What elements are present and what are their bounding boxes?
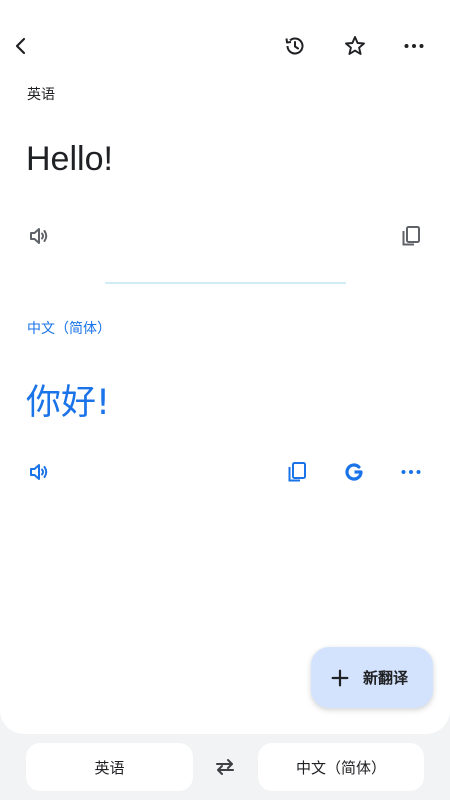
- back-button[interactable]: [1, 26, 41, 66]
- google-g-icon: [345, 463, 363, 481]
- language-bar: 英语 中文（简体）: [0, 734, 450, 800]
- target-speak-button[interactable]: [19, 452, 59, 492]
- source-language-button-label: 英语: [94, 758, 125, 777]
- google-search-button[interactable]: [334, 452, 374, 492]
- source-language-label: 英语: [27, 87, 55, 103]
- target-language-button-label: 中文（简体）: [295, 758, 386, 777]
- new-translation-label: 新翻译: [363, 669, 409, 687]
- volume-icon: [30, 228, 48, 244]
- target-more-button[interactable]: [391, 452, 431, 492]
- translation-card: 英语 Hello! 中文（简体） 你好! 新翻译: [0, 0, 450, 734]
- volume-icon: [30, 464, 48, 480]
- arrow-back-icon: [15, 37, 26, 55]
- new-translation-button[interactable]: 新翻译: [311, 647, 433, 708]
- source-language-button[interactable]: 英语: [26, 743, 193, 791]
- swap-languages-button[interactable]: [205, 747, 245, 787]
- target-language-label: 中文（简体）: [27, 321, 111, 337]
- history-icon: [285, 37, 304, 55]
- history-button[interactable]: [275, 26, 315, 66]
- source-copy-button[interactable]: [391, 216, 431, 256]
- more-horizontal-icon: [401, 470, 421, 474]
- copy-icon: [288, 462, 306, 482]
- star-button[interactable]: [335, 26, 375, 66]
- star-outline-icon: [345, 36, 365, 55]
- section-divider: [105, 282, 346, 284]
- target-language-button[interactable]: 中文（简体）: [258, 743, 424, 791]
- source-text[interactable]: Hello!: [26, 140, 113, 179]
- more-options-button[interactable]: [394, 26, 434, 66]
- copy-icon: [402, 226, 420, 246]
- target-copy-button[interactable]: [277, 452, 317, 492]
- source-speak-button[interactable]: [19, 216, 59, 256]
- swap-arrows-icon: [216, 759, 234, 775]
- translated-text[interactable]: 你好!: [26, 374, 110, 425]
- plus-icon: [331, 669, 349, 686]
- more-horizontal-icon: [404, 44, 424, 48]
